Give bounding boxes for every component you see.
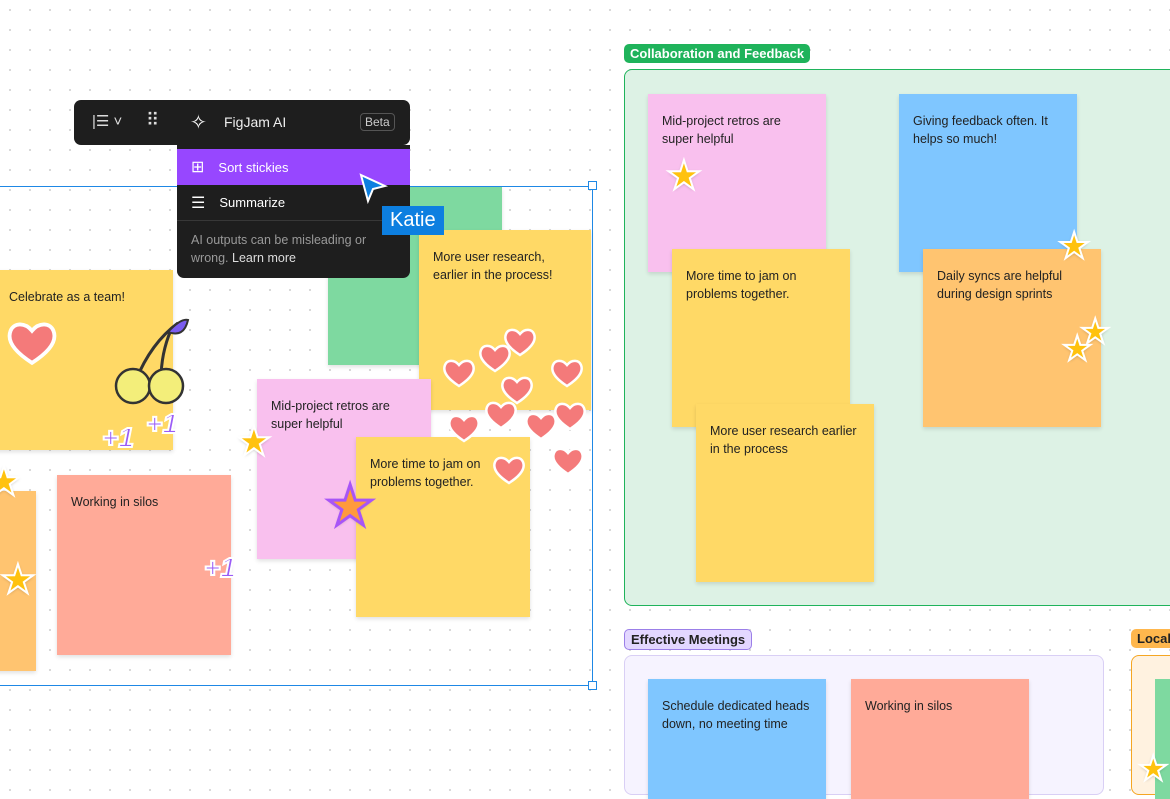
heart-sticker bbox=[551, 359, 583, 388]
menu-item-label: Summarize bbox=[219, 195, 286, 210]
grid-dots-icon[interactable]: ⠿ bbox=[146, 110, 159, 131]
ai-disclaimer: AI outputs can be misleading or wrong. L… bbox=[177, 221, 410, 277]
section-title[interactable]: Local bbox=[1131, 629, 1170, 648]
sticky-note[interactable]: Schedule dedicated heads down, no meetin… bbox=[648, 679, 826, 799]
plus-one-sticker: +1 bbox=[101, 421, 135, 454]
sticky-note[interactable]: Working in silos bbox=[851, 679, 1029, 799]
heart-sticker bbox=[493, 456, 525, 485]
heart-sticker bbox=[7, 322, 57, 366]
cursor-name-tag: Katie bbox=[382, 206, 444, 235]
star-sticker: ★ bbox=[1057, 225, 1091, 266]
star-sticker: ★ bbox=[235, 420, 273, 464]
sticky-note[interactable]: More time to jam on problems together. bbox=[672, 249, 850, 427]
star-sticker: ★ bbox=[323, 474, 376, 537]
align-icon[interactable]: |☰ ˅ bbox=[92, 112, 122, 130]
sticky-note[interactable]: More user research earlier in the proces… bbox=[696, 404, 874, 582]
ai-menu: ⊞ Sort stickies ☰ Summarize AI outputs c… bbox=[177, 145, 410, 278]
resize-handle[interactable] bbox=[588, 181, 597, 190]
sort-grid-icon: ⊞ bbox=[191, 159, 205, 176]
resize-handle[interactable] bbox=[588, 681, 597, 690]
heart-sticker bbox=[554, 402, 586, 431]
cursor-arrow-icon bbox=[359, 173, 388, 204]
star-sticker: ★ bbox=[665, 154, 703, 198]
figjam-ai-label[interactable]: FigJam AI bbox=[224, 114, 286, 130]
figjam-toolbar: |☰ ˅ ⠿ ✧ FigJam AI Beta bbox=[74, 100, 410, 145]
heart-sticker bbox=[443, 359, 475, 388]
star-sticker: ★ bbox=[0, 460, 23, 504]
ai-sparkle-icon: ✧ bbox=[190, 112, 207, 134]
heart-sticker bbox=[552, 447, 584, 476]
learn-more-link[interactable]: Learn more bbox=[232, 251, 296, 265]
beta-badge: Beta bbox=[360, 113, 395, 131]
section-title[interactable]: Collaboration and Feedback bbox=[624, 44, 811, 63]
star-sticker: ★ bbox=[0, 558, 37, 602]
heart-sticker bbox=[448, 414, 480, 443]
section-title[interactable]: Effective Meetings bbox=[624, 629, 753, 650]
star-sticker: ★ bbox=[1061, 330, 1094, 368]
sticky-note[interactable]: Giving feedback often. It helps so much! bbox=[899, 94, 1077, 272]
star-sticker: ★ bbox=[1137, 750, 1170, 788]
cherry-sticker bbox=[106, 318, 192, 408]
list-icon: ☰ bbox=[191, 194, 206, 212]
heart-sticker bbox=[485, 401, 517, 430]
plus-one-sticker: +1 bbox=[203, 551, 237, 584]
heart-sticker bbox=[504, 328, 536, 357]
menu-item-label: Sort stickies bbox=[218, 159, 289, 175]
plus-one-sticker: +1 bbox=[145, 407, 179, 440]
